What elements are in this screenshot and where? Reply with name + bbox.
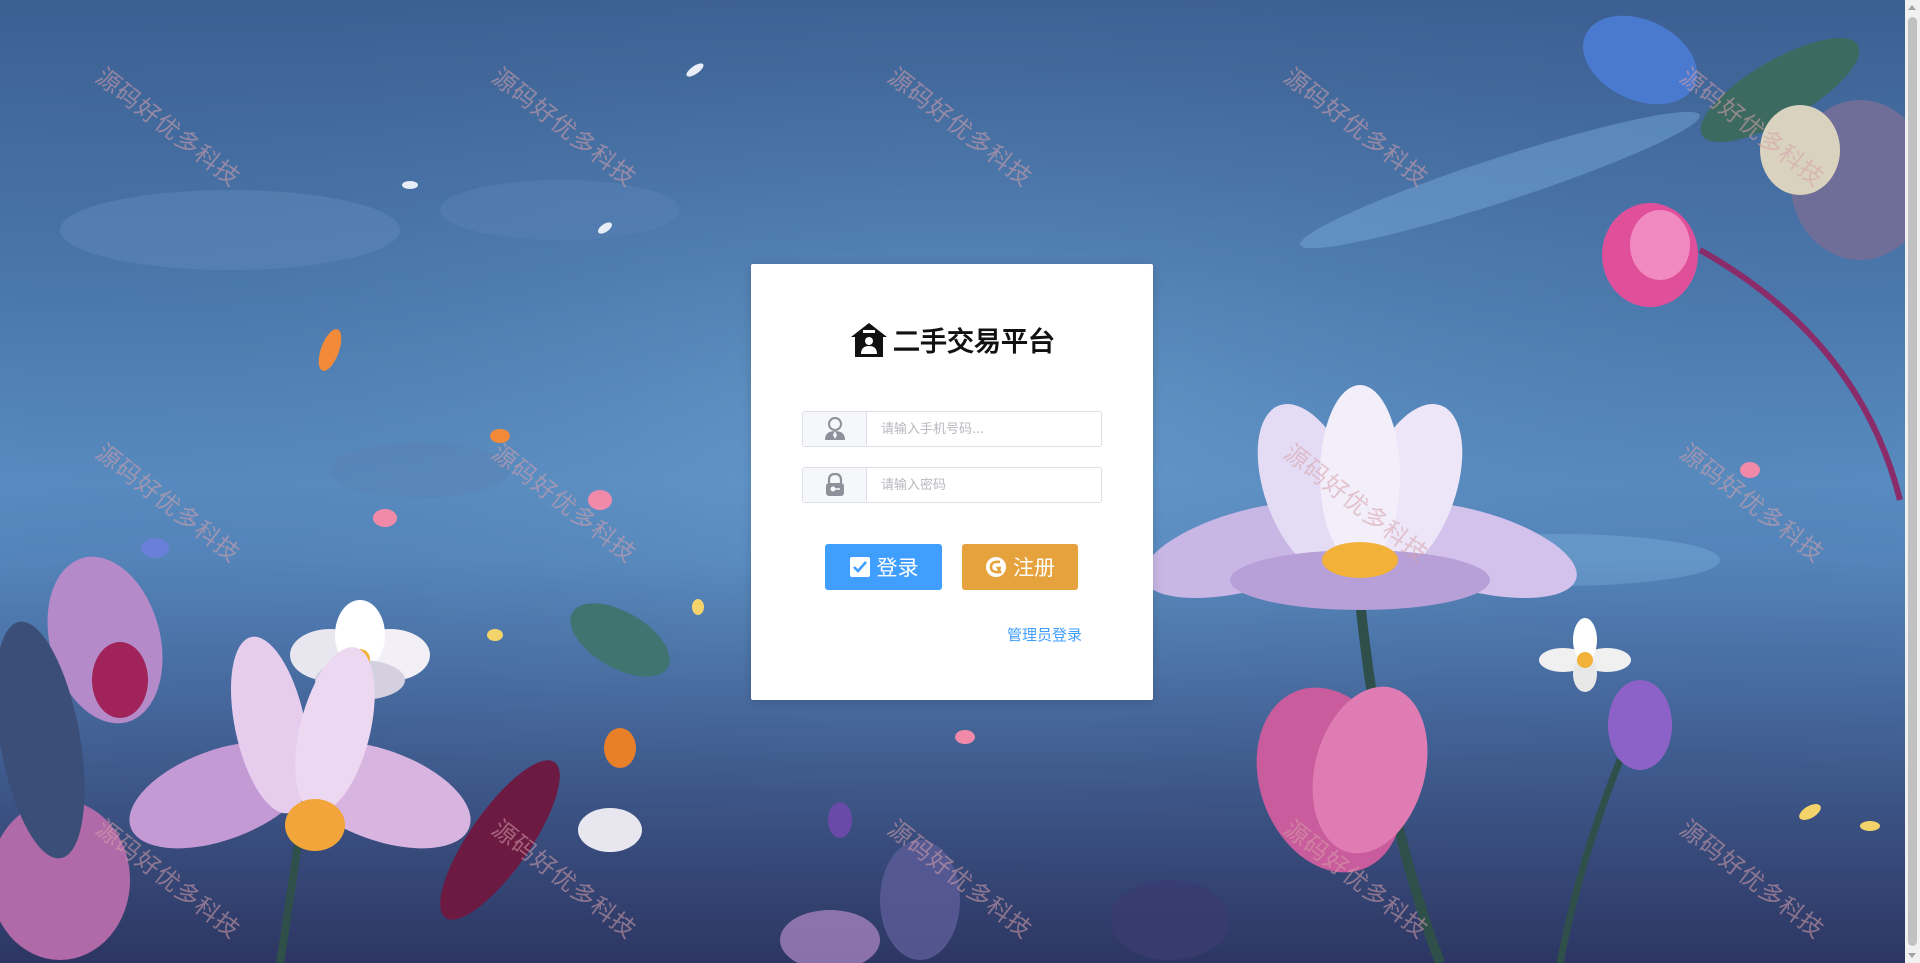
register-label: 注册 (1013, 556, 1055, 580)
password-prefix (803, 468, 867, 502)
checkbox-icon (849, 557, 870, 577)
login-label: 登录 (876, 556, 919, 580)
scroll-down-arrow-icon[interactable] (1908, 953, 1916, 958)
scrollbar-thumb[interactable] (1908, 17, 1917, 946)
house-icon (851, 322, 887, 357)
login-card: 二手交易平台 请输入手机号码... 登录 注册 管理员登录 (751, 264, 1153, 700)
register-icon (986, 557, 1006, 577)
app-title: 二手交易平台 (893, 327, 1055, 358)
phone-input[interactable] (867, 412, 1101, 446)
scroll-up-arrow-icon[interactable] (1908, 5, 1916, 10)
phone-field (802, 411, 1102, 447)
app-header: 二手交易平台 (751, 320, 1153, 359)
phone-prefix (803, 412, 867, 446)
lock-icon (825, 473, 844, 496)
vertical-scrollbar[interactable] (1905, 0, 1920, 963)
password-input[interactable] (867, 468, 1101, 502)
register-button[interactable]: 注册 (962, 544, 1078, 590)
admin-login-link[interactable]: 管理员登录 (1007, 624, 1082, 645)
page-background: 源码好优多科技 源码好优多科技 源码好优多科技 源码好优多科技 源码好优多科技 … (0, 0, 1920, 963)
user-icon (824, 417, 845, 440)
login-button[interactable]: 登录 (825, 544, 942, 590)
password-field (802, 467, 1102, 503)
